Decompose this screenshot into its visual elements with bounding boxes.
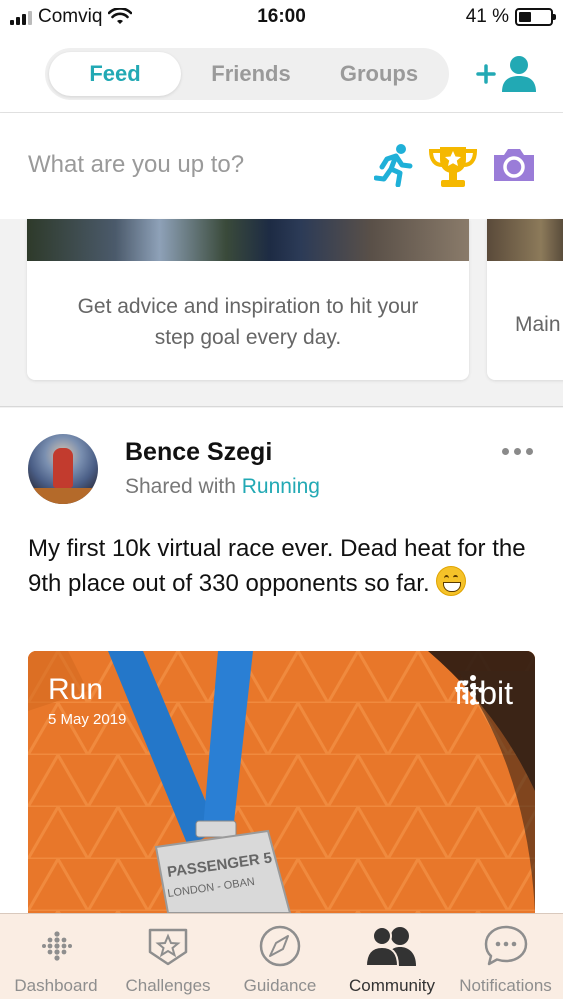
segmented-tabs: Feed Friends Groups (45, 48, 449, 100)
tab-label: Challenges (125, 976, 211, 995)
tip-card-next[interactable]: Main (487, 219, 563, 380)
bottom-tab-bar: Dashboard Challenges Guidance Community … (0, 913, 563, 999)
people-icon (336, 924, 448, 968)
fitbit-dots-icon (455, 675, 484, 705)
tab-label: Dashboard (14, 976, 98, 995)
add-friend-icon[interactable] (474, 54, 540, 94)
avatar[interactable] (28, 434, 98, 504)
battery-percent: 41 % (465, 6, 509, 27)
tab-dashboard[interactable]: Dashboard (0, 914, 112, 999)
tab-groups[interactable]: Groups (313, 52, 445, 96)
tab-challenges[interactable]: Challenges (112, 914, 224, 999)
activity-date: 5 May 2019 (48, 711, 127, 728)
community-header: Feed Friends Groups (0, 36, 563, 113)
battery-info: 41 % (465, 6, 556, 28)
tab-guidance[interactable]: Guidance (224, 914, 336, 999)
activity-photo[interactable]: PASSENGER 5 LONDON - OBAN Run 5 May 2019… (28, 651, 535, 913)
battery-icon (515, 8, 556, 26)
chat-bubble-icon (448, 924, 563, 968)
post-text: My first 10k virtual race ever. Dead hea… (28, 532, 538, 601)
tip-card-photo (487, 219, 563, 261)
shared-with-label: Shared with (125, 475, 236, 498)
tip-card-text: Main (515, 313, 561, 336)
post-author[interactable]: Bence Szegi (125, 438, 272, 467)
composer-placeholder[interactable]: What are you up to? (28, 151, 244, 179)
more-options-icon[interactable] (502, 448, 533, 455)
status-composer[interactable]: What are you up to? (0, 113, 563, 219)
tab-notifications[interactable]: Notifications (448, 914, 563, 999)
trophy-icon[interactable] (428, 143, 478, 189)
tab-community[interactable]: Community (336, 914, 448, 999)
camera-icon[interactable] (492, 147, 536, 183)
feed-post: Bence Szegi Shared with Running My first… (0, 408, 563, 913)
status-bar: Comviq 16:00 41 % (0, 0, 563, 36)
tips-carousel[interactable]: Get advice and inspiration to hit your s… (0, 219, 563, 407)
post-audience: Shared with Running (125, 475, 320, 499)
dots-grid-icon (0, 924, 112, 968)
activity-type: Run (48, 673, 104, 706)
tab-label: Guidance (243, 976, 317, 995)
group-link[interactable]: Running (242, 475, 320, 498)
tip-card-text: Get advice and inspiration to hit your s… (77, 295, 419, 349)
tab-feed[interactable]: Feed (49, 52, 181, 96)
tip-card[interactable]: Get advice and inspiration to hit your s… (27, 219, 469, 380)
runner-icon[interactable] (374, 143, 414, 187)
grinning-face-emoji (436, 566, 467, 596)
tip-card-photo (27, 219, 469, 261)
tab-friends[interactable]: Friends (185, 52, 317, 96)
tab-label: Notifications (459, 976, 552, 995)
compass-icon (224, 924, 336, 968)
tab-label: Community (349, 976, 435, 995)
fitbit-logo: fitbit (454, 675, 513, 712)
star-badge-icon (112, 924, 224, 968)
